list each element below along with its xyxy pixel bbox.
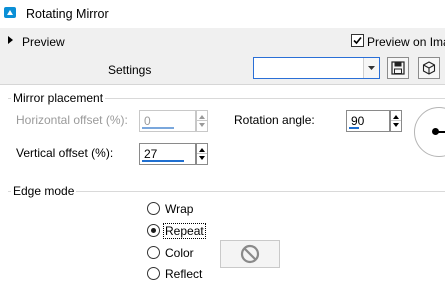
reset-preset-button[interactable] bbox=[418, 57, 440, 79]
vertical-offset-label: Vertical offset (%): bbox=[16, 146, 114, 160]
radio-repeat[interactable] bbox=[147, 224, 160, 237]
save-preset-button[interactable] bbox=[387, 57, 409, 79]
radio-repeat-label[interactable]: Repeat bbox=[163, 223, 206, 239]
rotation-angle-slider[interactable] bbox=[349, 127, 359, 129]
mirror-placement-title: Mirror placement bbox=[11, 91, 106, 105]
preset-combobox[interactable] bbox=[253, 57, 380, 79]
preview-on-image-checkbox[interactable] bbox=[351, 34, 364, 47]
app-icon bbox=[4, 6, 18, 20]
rotation-angle-label: Rotation angle: bbox=[234, 113, 315, 127]
horizontal-offset-input[interactable]: 0 bbox=[139, 110, 196, 132]
spin-up-icon[interactable] bbox=[393, 115, 399, 119]
radio-wrap-label[interactable]: Wrap bbox=[165, 202, 193, 216]
rotation-angle-value: 90 bbox=[351, 114, 365, 128]
dial-handle[interactable] bbox=[432, 128, 439, 135]
settings-label: Settings bbox=[108, 63, 152, 77]
preview-on-image-label[interactable]: Preview on Ima bbox=[367, 35, 445, 49]
preset-dropdown-button[interactable] bbox=[363, 58, 379, 78]
rotation-angle-input[interactable]: 90 bbox=[346, 110, 390, 132]
spin-down-icon[interactable] bbox=[199, 123, 205, 127]
spin-down-icon[interactable] bbox=[393, 123, 399, 127]
vertical-offset-value: 27 bbox=[144, 147, 158, 161]
expand-preview-icon[interactable] bbox=[8, 36, 13, 44]
chevron-down-icon bbox=[368, 66, 375, 70]
horizontal-offset-label: Horizontal offset (%): bbox=[16, 113, 128, 127]
no-color-icon bbox=[240, 244, 260, 264]
radio-reflect[interactable] bbox=[147, 267, 160, 280]
radio-wrap[interactable] bbox=[147, 202, 160, 215]
radio-color[interactable] bbox=[147, 246, 160, 259]
vertical-offset-input[interactable]: 27 bbox=[139, 143, 196, 165]
radio-reflect-label[interactable]: Reflect bbox=[165, 267, 202, 281]
window-title: Rotating Mirror bbox=[26, 7, 109, 21]
edge-mode-title: Edge mode bbox=[11, 184, 77, 198]
horizontal-offset-spinner[interactable] bbox=[196, 110, 208, 132]
vertical-offset-slider[interactable] bbox=[142, 160, 184, 162]
reset-preset-icon bbox=[422, 61, 436, 75]
horizontal-offset-value: 0 bbox=[144, 114, 151, 128]
horizontal-offset-slider[interactable] bbox=[142, 127, 174, 129]
rotation-angle-spinner[interactable] bbox=[390, 110, 402, 132]
radio-color-label[interactable]: Color bbox=[165, 246, 194, 260]
checkmark-icon bbox=[353, 36, 362, 45]
spin-up-icon[interactable] bbox=[199, 115, 205, 119]
preview-toggle[interactable]: Preview bbox=[22, 35, 65, 49]
spin-up-icon[interactable] bbox=[199, 148, 205, 152]
vertical-offset-spinner[interactable] bbox=[196, 143, 208, 165]
save-preset-icon bbox=[391, 61, 405, 75]
edge-color-swatch[interactable] bbox=[220, 240, 280, 268]
spin-down-icon[interactable] bbox=[199, 156, 205, 160]
radio-selected-dot bbox=[151, 228, 156, 233]
